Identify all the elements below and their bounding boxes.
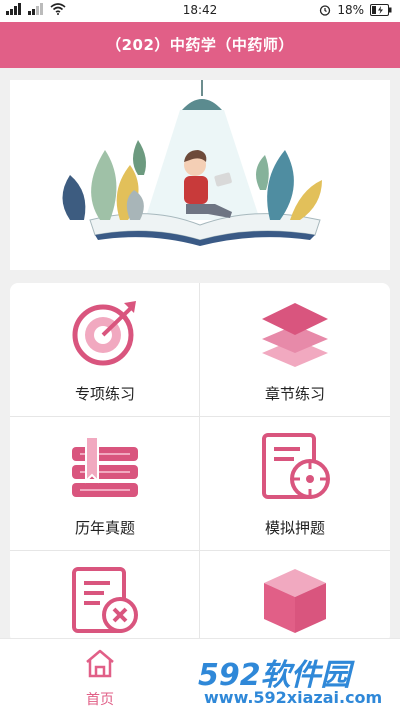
menu-item-past-exams[interactable]: 历年真题: [10, 417, 200, 551]
target-icon: [72, 301, 136, 366]
cube-icon: [264, 569, 326, 633]
page-title: （202）中药学（中药师）: [0, 22, 400, 68]
layers-icon: [262, 303, 328, 367]
menu-item-label: 章节练习: [264, 385, 325, 403]
books-icon: [72, 436, 138, 497]
menu-item-chapter-practice[interactable]: 章节练习: [200, 283, 390, 417]
menu-item-cube[interactable]: [200, 551, 390, 643]
menu-item-mock-exam[interactable]: 模拟押题: [200, 417, 390, 551]
menu-item-label: 模拟押题: [264, 519, 325, 537]
status-right: 18%: [319, 3, 392, 17]
menu-grid: 专项练习 章节练习 历年真题 模拟押题: [10, 283, 390, 643]
reading-boy-illustration: [62, 80, 322, 246]
menu-item-special-practice[interactable]: 专项练习: [10, 283, 200, 417]
watermark-url: www.592xiazai.com: [204, 688, 383, 707]
document-error-icon: [72, 567, 138, 633]
divider: [10, 550, 390, 551]
document-target-icon: [262, 433, 330, 499]
menu-item-wrong-questions[interactable]: [10, 551, 200, 643]
alarm-icon: [320, 5, 331, 16]
watermark: 592软件园 www.592xiazai.com: [198, 640, 398, 710]
home-icon: [86, 649, 114, 678]
tab-home-label: 首页: [86, 692, 114, 708]
tab-home[interactable]: 首页: [60, 639, 140, 711]
battery-percent: 18%: [337, 3, 364, 17]
menu-item-label: 专项练习: [74, 385, 135, 403]
banner-illustration: [10, 80, 390, 270]
battery-icon: [370, 4, 392, 16]
status-bar: 18:42 18%: [0, 0, 400, 22]
divider: [10, 416, 390, 417]
menu-item-label: 历年真题: [74, 519, 135, 537]
